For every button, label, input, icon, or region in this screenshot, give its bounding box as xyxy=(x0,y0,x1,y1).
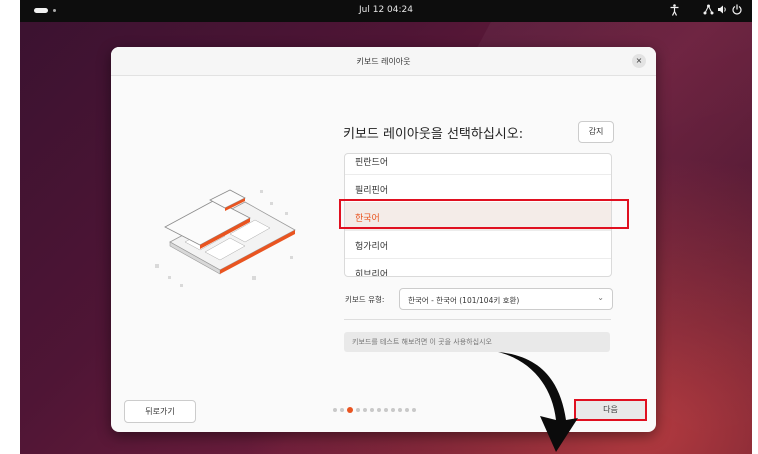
layout-item-finnish[interactable]: 핀란드어 xyxy=(345,154,611,174)
keyboard-layout-dialog: 키보드 레이아웃 × 키보드 레이아웃을 선택하십시오: 감지 핀란드어 필리핀… xyxy=(111,47,656,432)
back-button[interactable]: 뒤로가기 xyxy=(124,400,196,423)
next-button[interactable]: 다음 xyxy=(574,399,647,421)
keyboard-type-select[interactable]: 한국어 - 한국어 (101/104키 호환) ⌄ xyxy=(399,288,613,310)
layout-item-filipino[interactable]: 필리핀어 xyxy=(345,174,611,202)
chevron-down-icon: ⌄ xyxy=(597,293,604,302)
volume-icon[interactable] xyxy=(717,4,728,18)
divider xyxy=(344,319,611,320)
selection-highlight-box xyxy=(339,199,629,229)
keyboard-test-input[interactable] xyxy=(344,332,610,352)
accessibility-icon[interactable] xyxy=(670,4,679,19)
keyboard-type-label: 키보드 유형: xyxy=(345,295,385,304)
layout-item-hungarian[interactable]: 헝가리어 xyxy=(345,230,611,258)
layout-item-hebrew[interactable]: 히브리어 xyxy=(345,258,611,276)
dialog-title: 키보드 레이아웃 xyxy=(356,57,411,66)
dialog-titlebar: 키보드 레이아웃 × xyxy=(111,47,656,76)
keyboard-illustration xyxy=(155,189,296,287)
detect-button[interactable]: 감지 xyxy=(578,121,614,143)
power-icon[interactable] xyxy=(732,4,742,18)
keyboard-test-field[interactable] xyxy=(344,332,610,352)
layout-heading: 키보드 레이아웃을 선택하십시오: xyxy=(343,127,524,142)
desktop-background: Jul 12 04:24 키보드 레이아웃 × 키보드 레이아웃을 선택하십시오… xyxy=(20,0,752,454)
clock[interactable]: Jul 12 04:24 xyxy=(20,5,752,15)
close-button[interactable]: × xyxy=(632,54,646,68)
network-icon[interactable] xyxy=(703,4,714,18)
top-bar: Jul 12 04:24 xyxy=(20,0,752,22)
keyboard-type-value: 한국어 - 한국어 (101/104키 호환) xyxy=(408,296,520,305)
